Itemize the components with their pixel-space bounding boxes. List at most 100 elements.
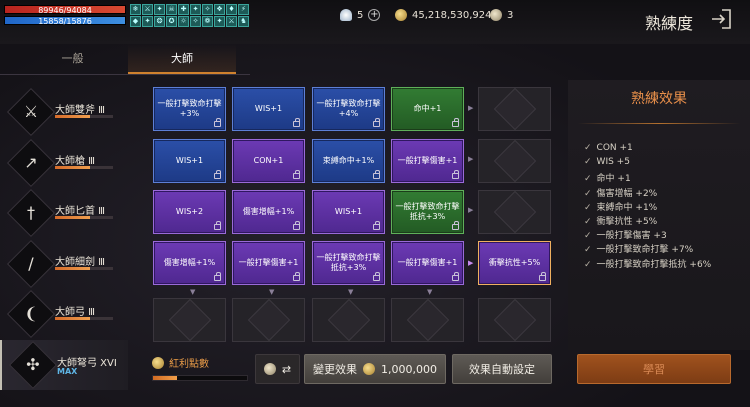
mastery-node[interactable]: 一般打擊傷害+1 — [391, 241, 464, 285]
change-effect-label: 變更效果 — [313, 363, 357, 376]
mp-bar: 15858/15876 — [4, 16, 126, 26]
empty-slot[interactable] — [478, 139, 551, 183]
mastery-node-label: 一般打擊致命打擊 +4% — [316, 99, 381, 118]
mastery-node-label: WIS+2 — [175, 207, 204, 216]
bonus-coin-icon — [152, 356, 164, 369]
effect-text: 衝擊抗性 +5% — [596, 217, 658, 227]
add-diamond-button[interactable]: + — [368, 9, 381, 21]
effect-item: ✓ 一般打擊致命打擊 +7% — [584, 242, 693, 255]
change-effect-button[interactable]: 變更效果 1,000,000 — [304, 354, 446, 384]
swap-icon: ⇄ — [281, 362, 292, 376]
connector-arrow-icon: ▶ — [468, 259, 474, 267]
effects-panel: 熟練效果 ✓ CON +1 ✓ WIS +5 ✓ 命中 +1 ✓ 傷害增幅 +2% ✓ 束縛命中 … — [568, 80, 750, 350]
lock-icon — [452, 272, 459, 281]
weapon-icon: ✣ — [8, 340, 58, 389]
weapon-progress-bar — [55, 317, 113, 320]
weapon-progress-bar — [55, 115, 113, 118]
check-icon: ✓ — [584, 157, 592, 168]
buff-icon: ❖ — [214, 4, 225, 15]
weapon-progress-fill — [55, 115, 90, 118]
gold-coin-icon — [363, 363, 375, 375]
lock-icon — [373, 118, 380, 127]
empty-slot[interactable] — [478, 298, 551, 342]
tab-general[interactable]: 一般 — [20, 44, 125, 74]
weapon-name: 大師雙斧 Ⅲ — [55, 105, 106, 116]
mastery-node[interactable]: WIS+1 — [232, 87, 305, 131]
mastery-node[interactable]: 束縛命中+1% — [312, 139, 385, 183]
weapon-glyph: / — [28, 253, 34, 273]
empty-slot[interactable] — [153, 298, 226, 342]
effect-item: ✓ 束縛命中 +1% — [584, 200, 657, 213]
auto-set-effect-button[interactable]: 效果自動設定 — [452, 354, 552, 384]
mastery-node[interactable]: 一般打擊致命打擊 +3% — [153, 87, 226, 131]
effect-text: 一般打擊傷害 +3 — [596, 231, 667, 242]
mastery-node[interactable]: 一般打擊致命打擊 抵抗+3% — [391, 190, 464, 234]
check-icon: ✓ — [584, 188, 592, 199]
check-icon: ✓ — [584, 217, 592, 227]
lock-icon — [373, 221, 380, 230]
buff-icon: ♦ — [226, 4, 237, 15]
swap-currency-button[interactable]: ⇄ — [255, 354, 300, 384]
tab-master[interactable]: 大師 — [128, 44, 236, 74]
mastery-node[interactable]: 命中+1 — [391, 87, 464, 131]
weapon-item[interactable]: ❨ 大師弓 Ⅲ — [0, 289, 128, 339]
lock-icon — [373, 272, 380, 281]
buff-icon: ✧ — [202, 4, 213, 15]
connector-arrow-icon: ▼ — [269, 288, 275, 296]
weapon-name: 大師弓 Ⅲ — [55, 307, 96, 318]
lock-icon — [214, 272, 221, 281]
buff-icon: ♞ — [238, 16, 249, 27]
token-coin-icon — [490, 9, 502, 21]
mastery-node[interactable]: WIS+1 — [312, 190, 385, 234]
mastery-node-label: 傷害增幅+1% — [242, 207, 295, 216]
lock-icon — [293, 221, 300, 230]
buff-icon: ✦ — [154, 4, 165, 15]
empty-slot[interactable] — [478, 87, 551, 131]
learn-button[interactable]: 學習 — [577, 354, 731, 384]
weapon-icon: † — [6, 188, 56, 238]
change-effect-cost: 1,000,000 — [381, 362, 437, 376]
mastery-node[interactable]: 衝擊抗性+5% — [478, 241, 551, 285]
weapon-item[interactable]: ⚔ 大師雙斧 Ⅲ — [0, 87, 128, 137]
exit-icon[interactable] — [710, 8, 732, 30]
mastery-node-label: 衝擊抗性+5% — [488, 258, 541, 267]
bonus-progress-bar — [152, 375, 248, 381]
mastery-node[interactable]: WIS+2 — [153, 190, 226, 234]
mastery-node-label: 一般打擊傷害+1 — [397, 156, 458, 165]
mastery-node[interactable]: WIS+1 — [153, 139, 226, 183]
mastery-node-label: CON+1 — [253, 156, 284, 165]
weapon-item[interactable]: ✣ 大師弩弓 XVI MAX — [0, 339, 128, 390]
mastery-node[interactable]: 傷害增幅+1% — [153, 241, 226, 285]
weapon-item[interactable]: ↗ 大師槍 Ⅲ — [0, 138, 128, 188]
check-icon: ✓ — [584, 231, 592, 242]
buff-icon: ☼ — [178, 16, 189, 27]
weapon-item[interactable]: / 大師細劍 Ⅲ — [0, 239, 128, 289]
empty-slot[interactable] — [312, 298, 385, 342]
diamond-currency: 5 + — [340, 9, 381, 21]
connector-arrow-icon: ▶ — [468, 104, 474, 112]
mastery-node-label: WIS+1 — [334, 207, 363, 216]
gold-amount: 45,218,530,924 — [412, 9, 492, 21]
mastery-node[interactable]: 一般打擊致命打擊 +4% — [312, 87, 385, 131]
check-icon: ✓ — [584, 259, 592, 270]
gold-coin-icon — [395, 9, 407, 21]
mastery-node[interactable]: 一般打擊致命打擊 抵抗+3% — [312, 241, 385, 285]
empty-slot[interactable] — [391, 298, 464, 342]
effect-text: 束縛命中 +1% — [596, 202, 658, 213]
weapon-name: 大師細劍 Ⅲ — [55, 256, 106, 268]
empty-slot[interactable] — [232, 298, 305, 342]
mastery-node[interactable]: 一般打擊傷害+1 — [232, 241, 305, 285]
weapon-name: 大師槍 Ⅲ — [55, 155, 96, 167]
screen-title: 熟練度 — [645, 14, 694, 33]
buff-icon: ◆ — [130, 16, 141, 27]
empty-slot[interactable] — [478, 190, 551, 234]
lock-icon — [452, 118, 459, 127]
check-icon: ✓ — [584, 245, 592, 256]
effect-text: 一般打擊致命打擊抵抗 +6% — [596, 259, 712, 270]
weapon-icon: / — [6, 239, 56, 288]
mastery-node[interactable]: 傷害增幅+1% — [232, 190, 305, 234]
weapon-item[interactable]: † 大師匕首 Ⅲ — [0, 188, 128, 238]
mastery-node[interactable]: 一般打擊傷害+1 — [391, 139, 464, 183]
buff-icon: ❁ — [202, 16, 213, 27]
mastery-node[interactable]: CON+1 — [232, 139, 305, 183]
